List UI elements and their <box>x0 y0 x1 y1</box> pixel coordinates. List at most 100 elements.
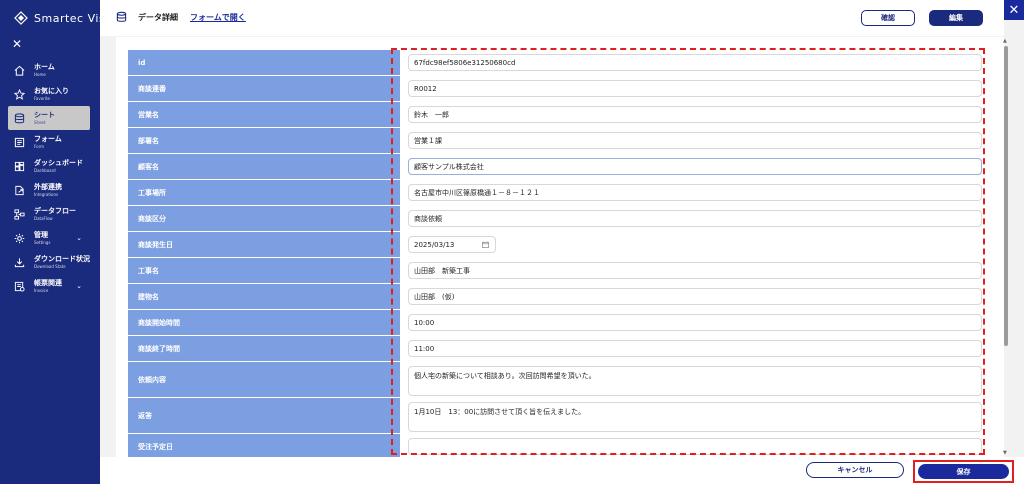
sidebar-item-sub: Favorite <box>34 96 50 101</box>
chevron-down-icon[interactable]: ⌄ <box>76 282 82 290</box>
database-icon <box>116 11 127 22</box>
sidebar-item-sub: Sheet <box>34 120 46 125</box>
report-icon <box>14 281 25 292</box>
calendar-icon[interactable] <box>482 241 489 248</box>
customer-name-field[interactable]: 顧客サンプル株式会社 <box>408 158 982 175</box>
field-label: 工事名 <box>128 258 400 284</box>
field-row-sales-name: 営業名 鈴木 一郎 <box>128 102 988 128</box>
field-row-department: 部署名 営業１課 <box>128 128 988 154</box>
sidebar-item-label: データフロー <box>34 207 76 215</box>
logo-icon <box>14 11 28 25</box>
sidebar-item-label: 帳票関連 <box>34 279 62 287</box>
construction-name-field[interactable]: 山田部 新築工事 <box>408 262 982 279</box>
field-row-construction-name: 工事名 山田部 新築工事 <box>128 258 988 284</box>
deal-date-value: 2025/03/13 <box>414 240 455 249</box>
deal-date-field[interactable]: 2025/03/13 <box>408 236 496 253</box>
gear-icon <box>14 233 25 243</box>
end-time-field[interactable]: 11:00 <box>408 340 982 357</box>
field-row-end-time: 商談終了時間 11:00 <box>128 336 988 362</box>
scroll-thumb[interactable] <box>1004 46 1008 346</box>
sidebar-nav: ホーム Home お気に入り Favorite シート Sheet フォーム Form … <box>0 58 100 298</box>
scroll-up-icon[interactable]: ▲ <box>1003 38 1007 44</box>
field-label: 部署名 <box>128 128 400 154</box>
scroll-down-icon[interactable]: ▼ <box>1003 450 1007 456</box>
sidebar-item-dashboard[interactable]: ダッシュボード Dashboard <box>0 154 100 178</box>
start-time-field[interactable]: 10:00 <box>408 314 982 331</box>
deal-number-field[interactable]: R0012 <box>408 80 982 97</box>
field-label: 商談開始時間 <box>128 310 400 336</box>
sidebar-item-sub: Invoice <box>34 288 49 293</box>
sidebar-item-favorite[interactable]: お気に入り Favorite <box>0 82 100 106</box>
dataflow-icon <box>14 208 25 220</box>
field-row-customer-name: 顧客名 顧客サンプル株式会社 <box>128 154 988 180</box>
sidebar-item-sub: Home <box>34 72 46 77</box>
sidebar: Smartec Visi ✕ ホーム Home お気に入り Favorite シート… <box>0 0 108 484</box>
sidebar-item-dataflow[interactable]: データフロー DataFlow <box>0 202 100 226</box>
detail-header: データ詳細 フォームで開く 確認 編集 <box>100 0 1004 36</box>
sidebar-item-settings[interactable]: 管理 Settings ⌄ <box>0 226 100 250</box>
field-row-deal-number: 商談連番 R0012 <box>128 76 988 102</box>
reply-textarea[interactable]: 1月10日 13：00に訪問させて頂く旨を伝えました。 <box>408 402 982 432</box>
sidebar-item-sub: Download State <box>34 264 66 269</box>
sidebar-item-label: フォーム <box>34 135 62 143</box>
action-footer: キャンセル 保存 <box>100 457 1024 484</box>
sidebar-item-label: ダッシュボード <box>34 159 83 167</box>
sidebar-item-label: ダウンロード状況 <box>34 255 90 263</box>
save-highlight-frame: 保存 <box>913 460 1014 483</box>
download-icon <box>14 257 25 267</box>
field-label: 商談連番 <box>128 76 400 102</box>
department-field[interactable]: 営業１課 <box>408 132 982 149</box>
sidebar-item-label: 外部連携 <box>34 183 62 191</box>
edit-button[interactable]: 編集 <box>929 10 983 26</box>
sidebar-item-download-state[interactable]: ダウンロード状況 Download State <box>0 250 100 274</box>
sidebar-item-invoice[interactable]: 帳票関連 Invoice ⌄ <box>0 274 100 298</box>
sidebar-item-sheet[interactable]: シート Sheet <box>8 106 90 130</box>
field-label: 依頼内容 <box>128 362 400 398</box>
star-icon <box>14 88 25 100</box>
field-row-start-time: 商談開始時間 10:00 <box>128 310 988 336</box>
sidebar-item-form[interactable]: フォーム Form <box>0 130 100 154</box>
field-label: 顧客名 <box>128 154 400 180</box>
deal-category-field[interactable]: 商談依頼 <box>408 210 982 227</box>
sidebar-item-label: 管理 <box>34 231 48 239</box>
database-icon <box>14 112 25 123</box>
field-row-construction-site: 工事場所 名古屋市中川区篠原橋通１－８－１２１ <box>128 180 988 206</box>
form-icon <box>14 137 25 147</box>
sidebar-item-sub: Dashboard <box>34 168 56 173</box>
save-button[interactable]: 保存 <box>918 464 1009 479</box>
field-row-deal-category: 商談区分 商談依頼 <box>128 206 988 232</box>
external-link-icon <box>15 185 24 195</box>
field-label: id <box>128 50 400 76</box>
sidebar-item-label: お気に入り <box>34 87 69 95</box>
close-icon[interactable]: ✕ <box>1004 0 1024 20</box>
sidebar-item-sub: DataFlow <box>34 216 53 221</box>
field-label: 受注予定日 <box>128 434 400 457</box>
sidebar-item-sub: Settings <box>34 240 51 245</box>
open-in-form-link[interactable]: フォームで開く <box>190 12 246 23</box>
field-label: 建物名 <box>128 284 400 310</box>
field-row-order-date: 受注予定日 <box>128 434 988 457</box>
scrollbar[interactable]: ▲ ▼ <box>1002 38 1010 456</box>
chevron-down-icon[interactable]: ⌄ <box>76 234 82 242</box>
close-sidebar-icon[interactable]: ✕ <box>12 38 22 50</box>
brand-name: Smartec Visi <box>34 11 109 25</box>
field-label: 返答 <box>128 398 400 434</box>
id-field[interactable]: 67fdc98ef5806e31250680cd <box>408 54 982 71</box>
confirm-button[interactable]: 確認 <box>861 10 915 26</box>
construction-site-field[interactable]: 名古屋市中川区篠原橋通１－８－１２１ <box>408 184 982 201</box>
sidebar-item-sub: Form <box>34 144 45 149</box>
sales-name-field[interactable]: 鈴木 一郎 <box>408 106 982 123</box>
building-name-field[interactable]: 山田部 (仮) <box>408 288 982 305</box>
sidebar-item-integrations[interactable]: 外部連携 Integrations <box>0 178 100 202</box>
order-date-field[interactable] <box>408 438 982 455</box>
cancel-button[interactable]: キャンセル <box>806 462 904 478</box>
sidebar-item-home[interactable]: ホーム Home <box>0 58 100 82</box>
request-details-textarea[interactable]: 個人宅の新築について相談あり。次回訪問希望を頂いた。 <box>408 366 982 396</box>
field-row-request-details: 依頼内容 個人宅の新築について相談あり。次回訪問希望を頂いた。 <box>128 362 988 398</box>
detail-form: id 67fdc98ef5806e31250680cd 商談連番 R0012 営… <box>116 37 1004 457</box>
field-row-reply: 返答 1月10日 13：00に訪問させて頂く旨を伝えました。 <box>128 398 988 434</box>
sidebar-item-label: ホーム <box>34 63 55 71</box>
field-label: 営業名 <box>128 102 400 128</box>
field-row-id: id 67fdc98ef5806e31250680cd <box>128 50 988 76</box>
brand: Smartec Visi <box>14 10 114 26</box>
